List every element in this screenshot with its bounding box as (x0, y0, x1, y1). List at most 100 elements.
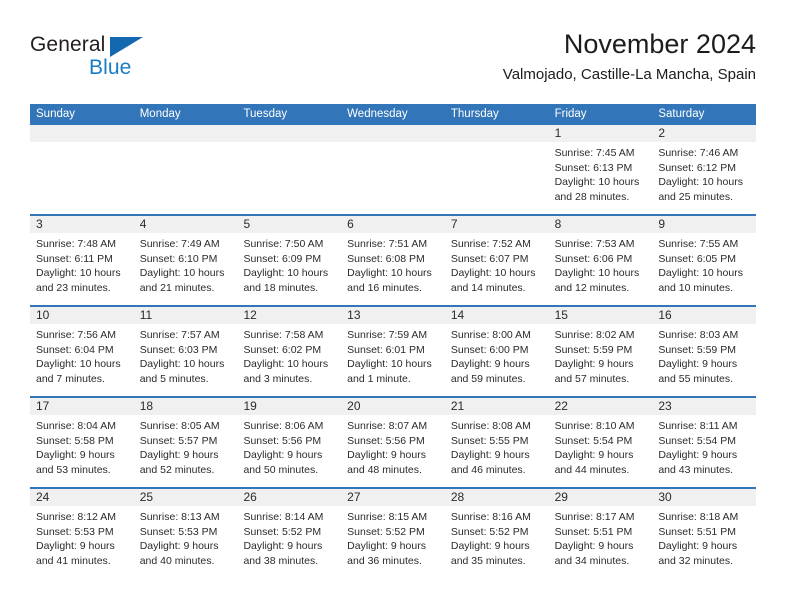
sunrise-text: Sunrise: 7:55 AM (658, 238, 739, 250)
day-cell[interactable]: Sunrise: 7:45 AM Sunset: 6:13 PM Daylight:… (549, 142, 653, 214)
day-number[interactable]: 8 (549, 216, 653, 233)
day-number[interactable]: 24 (30, 489, 134, 506)
day-cell[interactable]: Sunrise: 7:58 AM Sunset: 6:02 PM Daylight:… (237, 324, 341, 396)
day-cell[interactable]: Sunrise: 7:57 AM Sunset: 6:03 PM Daylight:… (134, 324, 238, 396)
day-number-band: 17 18 19 20 21 22 23 (30, 398, 756, 415)
day-number[interactable]: 22 (549, 398, 653, 415)
day-cell[interactable]: Sunrise: 8:02 AM Sunset: 5:59 PM Daylight:… (549, 324, 653, 396)
day-cell[interactable]: Sunrise: 7:59 AM Sunset: 6:01 PM Daylight:… (341, 324, 445, 396)
daylight-text: Daylight: 9 hours and 38 minutes. (243, 540, 323, 567)
day-number[interactable]: 12 (237, 307, 341, 324)
daylight-text: Daylight: 9 hours and 32 minutes. (658, 540, 738, 567)
daylight-text: Daylight: 9 hours and 43 minutes. (658, 449, 738, 476)
day-cell[interactable]: Sunrise: 8:17 AM Sunset: 5:51 PM Daylight:… (549, 506, 653, 578)
day-cell[interactable]: Sunrise: 8:05 AM Sunset: 5:57 PM Daylight:… (134, 415, 238, 487)
day-cell[interactable]: Sunrise: 7:49 AM Sunset: 6:10 PM Daylight:… (134, 233, 238, 305)
day-number[interactable]: 2 (652, 125, 756, 142)
day-cell[interactable]: Sunrise: 7:48 AM Sunset: 6:11 PM Daylight:… (30, 233, 134, 305)
sunset-text: Sunset: 5:56 PM (347, 434, 425, 447)
sunrise-text: Sunrise: 8:02 AM (554, 329, 635, 341)
day-number[interactable]: 29 (549, 489, 653, 506)
sunrise-text: Sunrise: 8:06 AM (243, 420, 324, 432)
sunset-text: Sunset: 5:59 PM (658, 343, 736, 356)
sunset-text: Sunset: 6:02 PM (243, 343, 322, 356)
day-number[interactable]: 21 (445, 398, 549, 415)
day-cell[interactable]: Sunrise: 7:46 AM Sunset: 6:12 PM Daylight:… (652, 142, 756, 214)
day-number[interactable]: 25 (134, 489, 238, 506)
calendar-week-row: 17 18 19 20 21 22 23 Sunrise: 8:04 AM Sunset: 5:… (30, 396, 756, 487)
day-number[interactable]: 18 (134, 398, 238, 415)
sunset-text: Sunset: 6:05 PM (658, 252, 736, 265)
day-cell[interactable]: Sunrise: 7:55 AM Sunset: 6:05 PM Daylight:… (652, 233, 756, 305)
daylight-text: Daylight: 9 hours and 40 minutes. (139, 540, 219, 567)
day-number[interactable]: 3 (30, 216, 134, 233)
weekday-header-friday: Friday (554, 108, 587, 120)
day-number-band: 3456789 (30, 216, 756, 233)
day-number[interactable]: 26 (237, 489, 341, 506)
day-cell[interactable]: Sunrise: 8:11 AM Sunset: 5:54 PM Daylight:… (652, 415, 756, 487)
day-cell[interactable]: Sunrise: 8:06 AM Sunset: 5:56 PM Daylight:… (237, 415, 341, 487)
day-cell-empty (341, 142, 445, 214)
day-number[interactable]: 17 (30, 398, 134, 415)
sunrise-text: Sunrise: 7:52 AM (450, 238, 531, 250)
day-number[interactable]: 28 (445, 489, 549, 506)
day-number[interactable]: 27 (341, 489, 445, 506)
day-number[interactable]: 10 (30, 307, 134, 324)
day-cell[interactable]: Sunrise: 8:07 AM Sunset: 5:56 PM Daylight:… (341, 415, 445, 487)
day-number[interactable]: 13 (341, 307, 445, 324)
day-cell[interactable]: Sunrise: 8:10 AM Sunset: 5:54 PM Daylight:… (549, 415, 653, 487)
day-cell[interactable]: Sunrise: 8:04 AM Sunset: 5:58 PM Daylight:… (30, 415, 134, 487)
day-cell[interactable]: Sunrise: 7:52 AM Sunset: 6:07 PM Daylight:… (445, 233, 549, 305)
day-cell[interactable]: Sunrise: 7:51 AM Sunset: 6:08 PM Daylight:… (341, 233, 445, 305)
day-number[interactable]: 16 (652, 307, 756, 324)
sunset-text: Sunset: 5:54 PM (554, 434, 633, 447)
calendar-grid: Sunday Monday Tuesday Wednesday Thursday Frid… (30, 104, 756, 578)
daylight-text: Daylight: 9 hours and 50 minutes. (243, 449, 323, 476)
daylight-text: Daylight: 9 hours and 35 minutes. (450, 540, 530, 567)
day-number[interactable]: 7 (445, 216, 549, 233)
sunset-text: Sunset: 6:09 PM (243, 252, 322, 265)
day-cell[interactable]: Sunrise: 8:16 AM Sunset: 5:52 PM Daylight:… (445, 506, 549, 578)
day-cell[interactable]: Sunrise: 8:13 AM Sunset: 5:53 PM Daylight:… (134, 506, 238, 578)
sunrise-text: Sunrise: 7:50 AM (243, 238, 324, 250)
page-title: November 2024 (563, 29, 756, 59)
sunset-text: Sunset: 5:54 PM (658, 434, 736, 447)
day-number[interactable]: 11 (134, 307, 238, 324)
day-number[interactable]: 5 (237, 216, 341, 233)
day-number[interactable]: 19 (237, 398, 341, 415)
sunrise-text: Sunrise: 8:07 AM (347, 420, 428, 432)
logo-word-general: General (30, 34, 143, 57)
day-cell[interactable]: Sunrise: 7:50 AM Sunset: 6:09 PM Daylight:… (237, 233, 341, 305)
day-cell[interactable]: Sunrise: 8:03 AM Sunset: 5:59 PM Daylight:… (652, 324, 756, 396)
day-number[interactable]: 23 (652, 398, 756, 415)
day-number[interactable]: 6 (341, 216, 445, 233)
day-cell[interactable]: Sunrise: 8:08 AM Sunset: 5:55 PM Daylight:… (445, 415, 549, 487)
weekday-header-tuesday: Tuesday (243, 108, 288, 120)
day-number[interactable]: 1 (549, 125, 653, 142)
sunrise-text: Sunrise: 7:53 AM (554, 238, 635, 250)
weekday-header-sunday: Sunday (36, 108, 76, 120)
day-cell[interactable]: Sunrise: 8:14 AM Sunset: 5:52 PM Daylight:… (237, 506, 341, 578)
day-cell[interactable]: Sunrise: 7:56 AM Sunset: 6:04 PM Daylight:… (30, 324, 134, 396)
day-cell-empty (445, 142, 549, 214)
day-cell-empty (30, 142, 134, 214)
sunset-text: Sunset: 5:52 PM (243, 525, 322, 538)
day-cell[interactable]: Sunrise: 8:18 AM Sunset: 5:51 PM Daylight:… (652, 506, 756, 578)
day-number[interactable]: 9 (652, 216, 756, 233)
day-number[interactable]: 20 (341, 398, 445, 415)
daylight-text: Daylight: 9 hours and 53 minutes. (36, 449, 115, 476)
general-blue-logo[interactable]: General Blue (30, 34, 143, 78)
day-cell[interactable]: Sunrise: 8:15 AM Sunset: 5:52 PM Daylight:… (341, 506, 445, 578)
day-number[interactable]: 4 (134, 216, 238, 233)
day-cell-empty (134, 142, 238, 214)
day-number-empty (445, 125, 549, 142)
day-number[interactable]: 15 (549, 307, 653, 324)
day-number[interactable]: 14 (445, 307, 549, 324)
day-cell[interactable]: Sunrise: 8:12 AM Sunset: 5:53 PM Daylight:… (30, 506, 134, 578)
day-cell[interactable]: Sunrise: 8:00 AM Sunset: 6:00 PM Daylight:… (445, 324, 549, 396)
day-number-empty (30, 125, 134, 142)
sunset-text: Sunset: 5:52 PM (347, 525, 425, 538)
day-cell[interactable]: Sunrise: 7:53 AM Sunset: 6:06 PM Daylight:… (549, 233, 653, 305)
day-number[interactable]: 30 (652, 489, 756, 506)
sunset-text: Sunset: 6:07 PM (450, 252, 529, 265)
